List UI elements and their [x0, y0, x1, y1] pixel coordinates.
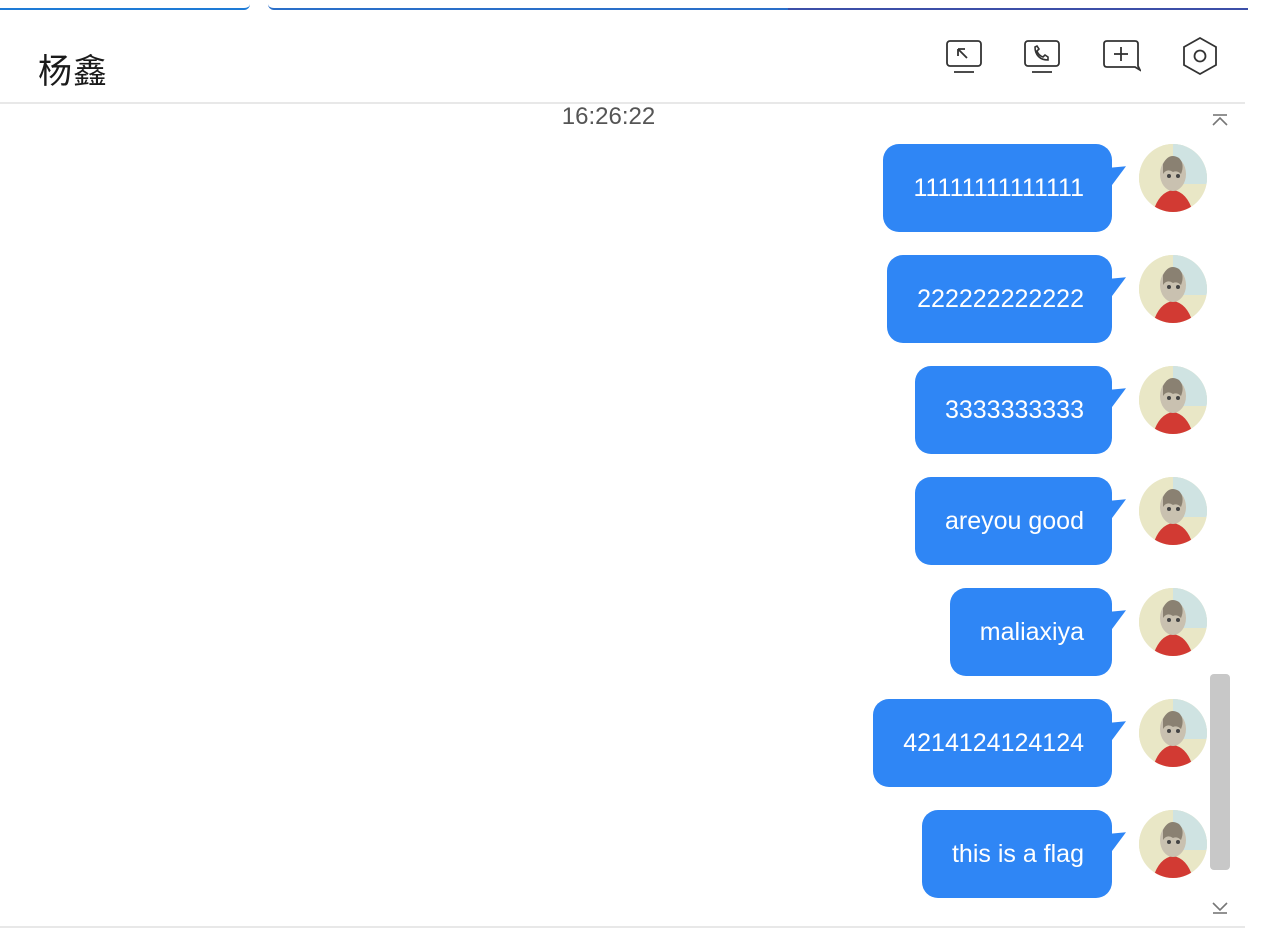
screen-share-icon — [946, 40, 982, 73]
top-accent-segment-left — [0, 0, 250, 10]
message-row: 4214124124124 — [707, 699, 1207, 789]
message-bubble[interactable]: 3333333333 — [914, 366, 1112, 454]
chevron-down-icon — [1212, 902, 1228, 914]
settings-icon — [1183, 36, 1217, 76]
avatar-image — [1139, 255, 1207, 323]
scroll-down-button[interactable] — [1208, 900, 1232, 920]
message-row: 3333333333 — [707, 366, 1207, 456]
message-bubble[interactable]: 222222222222 — [887, 255, 1112, 343]
chat-header: 杨鑫 — [0, 18, 1245, 104]
scrollbar-thumb[interactable] — [1210, 674, 1230, 870]
avatar[interactable] — [1139, 477, 1207, 545]
screen-share-button[interactable] — [944, 36, 984, 76]
message-bubble[interactable]: 4214124124124 — [873, 699, 1112, 787]
avatar-image — [1139, 366, 1207, 434]
message-row: maliaxiya — [707, 588, 1207, 678]
avatar[interactable] — [1139, 255, 1207, 323]
chat-window: 杨鑫 16:26:22 11111111111111 222222222222 … — [0, 0, 1269, 940]
avatar[interactable] — [1139, 699, 1207, 767]
avatar[interactable] — [1139, 144, 1207, 212]
message-row: 11111111111111 — [707, 144, 1207, 234]
divider — [0, 926, 1245, 928]
chevron-up-icon — [1212, 114, 1228, 126]
message-bubble[interactable]: 11111111111111 — [883, 144, 1112, 232]
avatar[interactable] — [1139, 366, 1207, 434]
message-row: 222222222222 — [707, 255, 1207, 345]
voice-call-button[interactable] — [1022, 36, 1062, 76]
avatar-image — [1139, 810, 1207, 878]
message-row: this is a flag — [707, 810, 1207, 900]
message-list[interactable]: 16:26:22 11111111111111 222222222222 333… — [0, 104, 1245, 926]
avatar-image — [1139, 699, 1207, 767]
message-row: areyou good — [707, 477, 1207, 567]
message-bubble[interactable]: this is a flag — [921, 810, 1112, 898]
message-bubble[interactable]: maliaxiya — [949, 588, 1112, 676]
message-bubble[interactable]: areyou good — [914, 477, 1112, 565]
add-member-button[interactable] — [1101, 36, 1141, 76]
avatar[interactable] — [1139, 810, 1207, 878]
message-timestamp: 16:26:22 — [561, 103, 656, 130]
settings-button[interactable] — [1180, 36, 1220, 76]
top-accent-bar — [0, 0, 1269, 10]
avatar[interactable] — [1139, 588, 1207, 656]
phone-icon — [1024, 40, 1060, 73]
scroll-up-button[interactable] — [1208, 112, 1232, 128]
avatar-image — [1139, 477, 1207, 545]
chat-title: 杨鑫 — [38, 52, 108, 92]
add-member-icon — [1103, 40, 1141, 72]
avatar-image — [1139, 144, 1207, 212]
top-accent-segment-right — [268, 0, 1248, 10]
avatar-image — [1139, 588, 1207, 656]
